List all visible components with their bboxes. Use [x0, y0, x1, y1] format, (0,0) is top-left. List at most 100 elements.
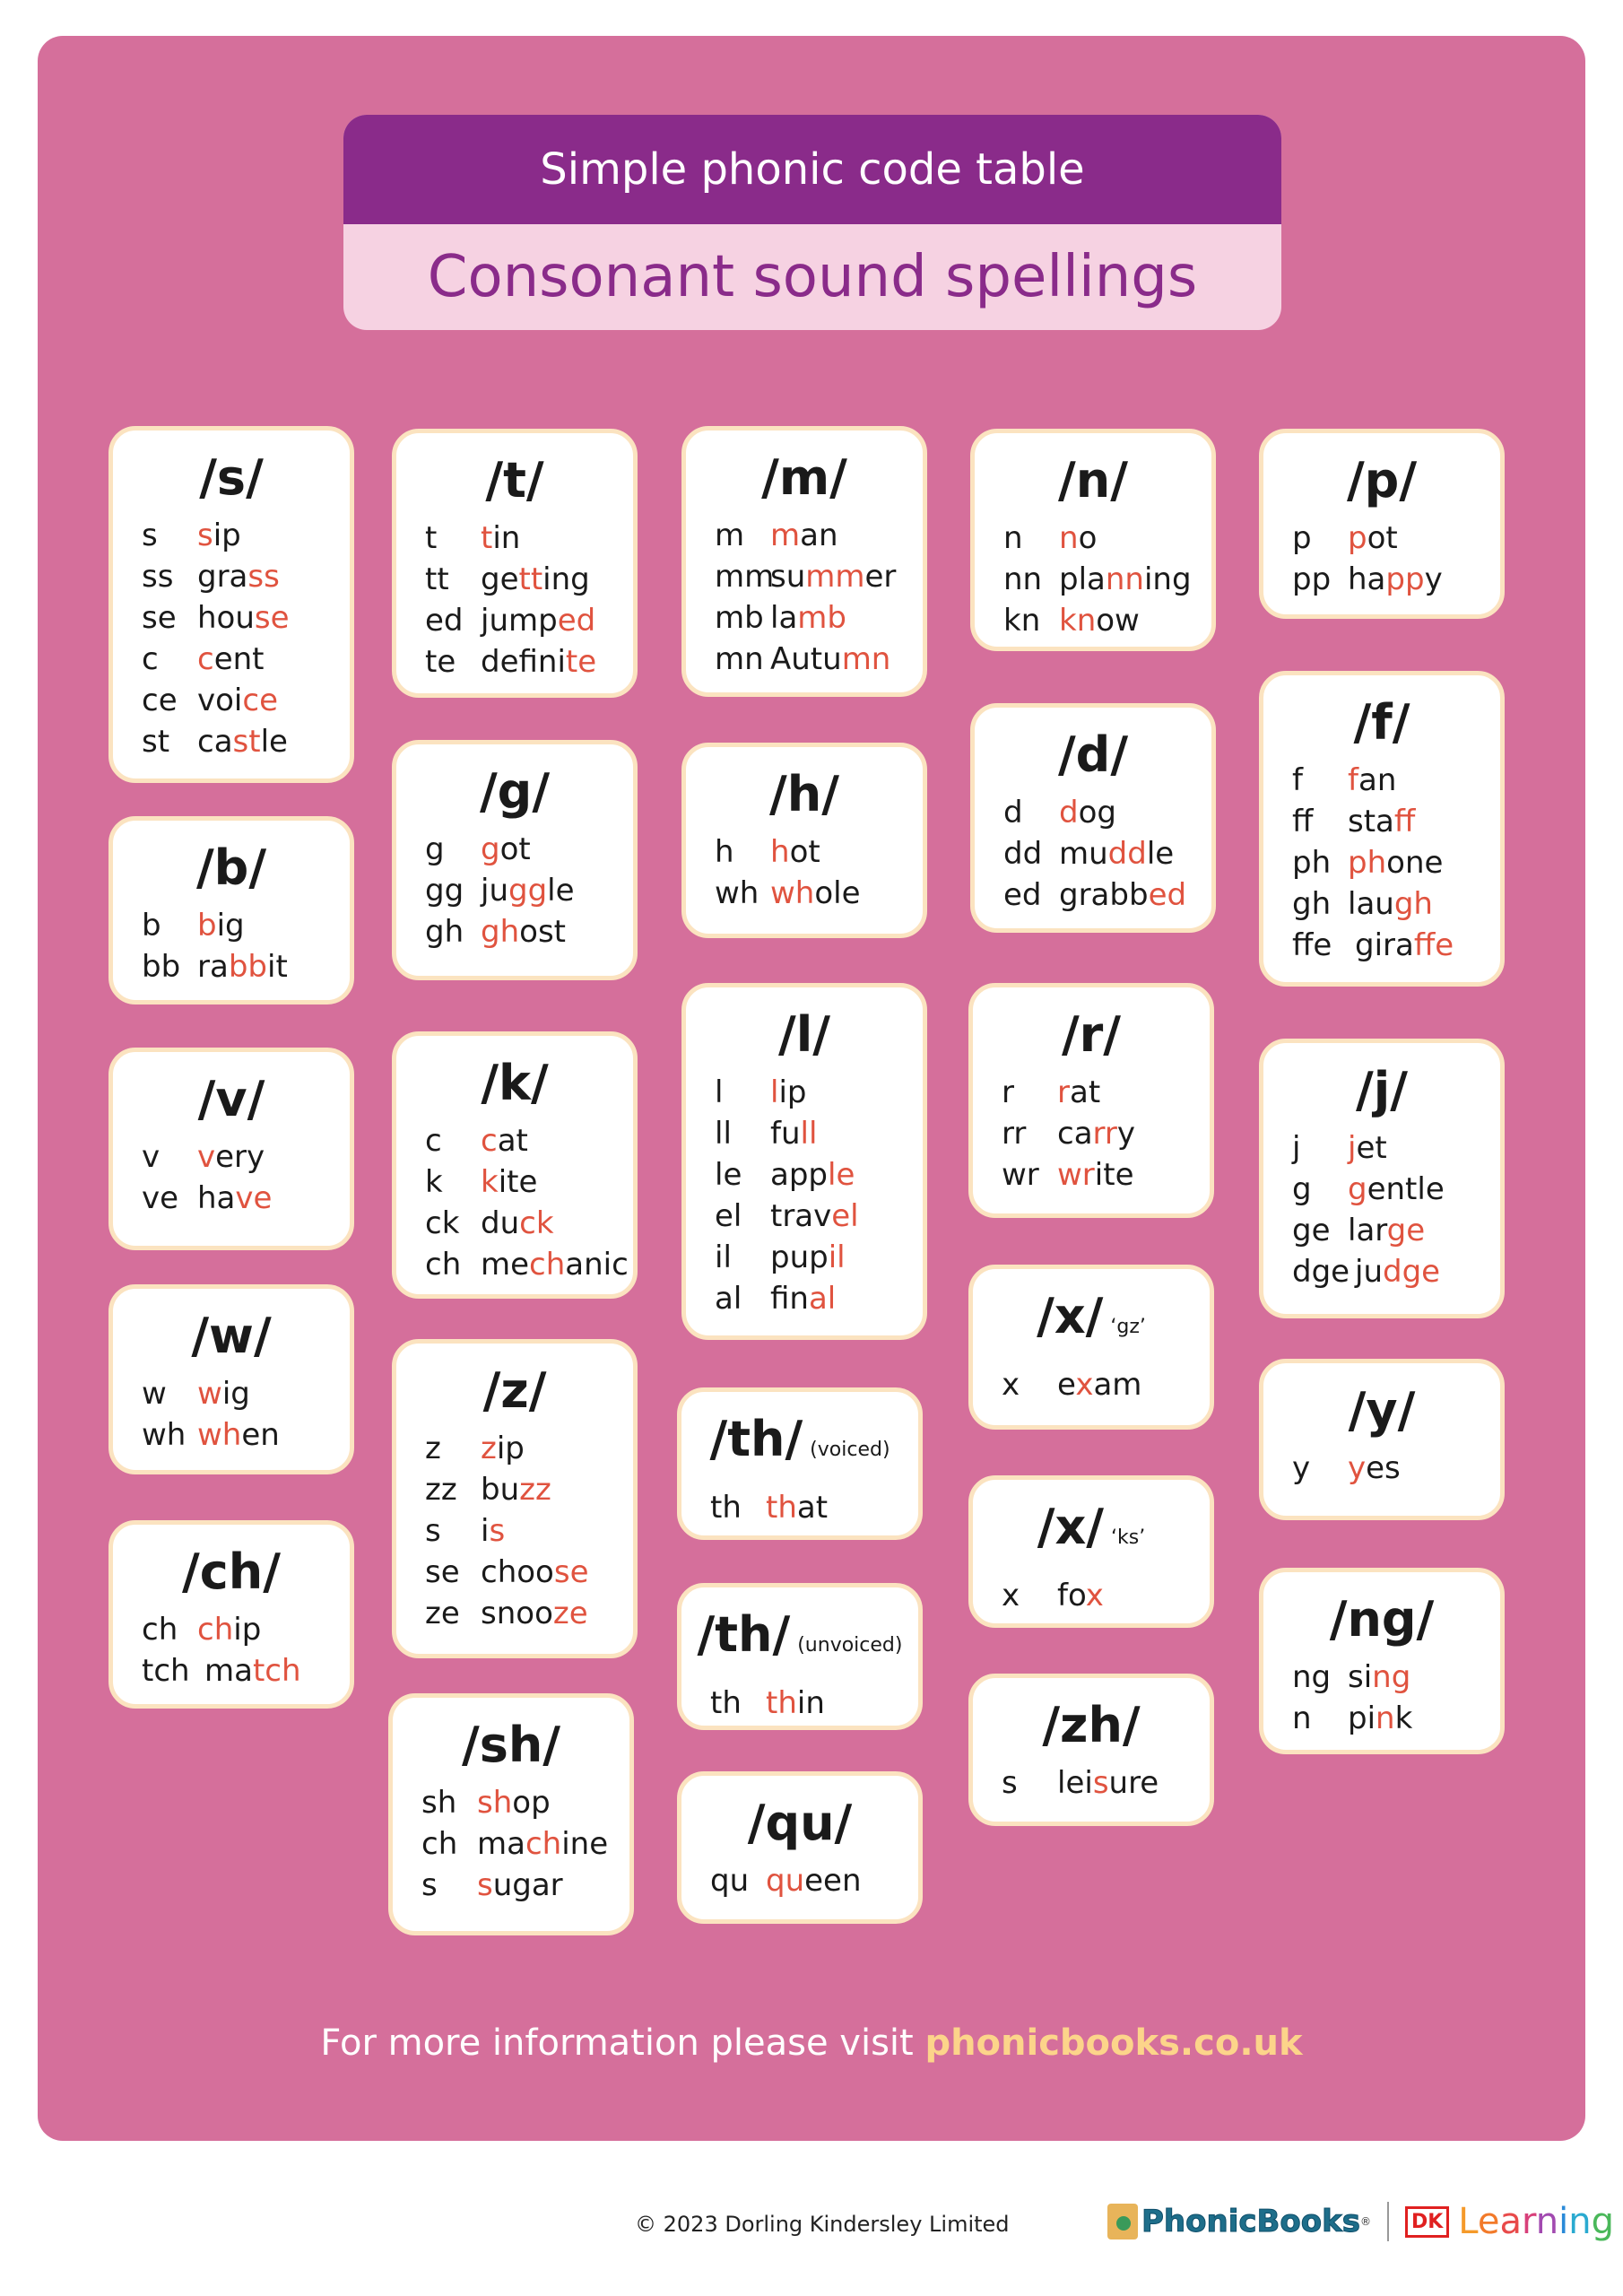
- spelling-list: m man mm summer mb lamb mn Autumn: [686, 515, 923, 680]
- word-plain: trav: [770, 1198, 832, 1234]
- sound-label: /d/: [975, 727, 1211, 783]
- spelling-row: w wig: [142, 1373, 350, 1414]
- spelling-row: l lip: [715, 1072, 923, 1113]
- grapheme: se: [425, 1554, 460, 1590]
- sound-label: /n/: [975, 453, 1211, 509]
- grapheme: x: [1002, 1367, 1020, 1403]
- grapheme: c: [142, 641, 159, 677]
- word-plain: ig: [221, 1376, 250, 1412]
- sound-card-h: /h/h hot wh whole: [681, 743, 927, 938]
- grapheme: n: [1003, 520, 1023, 556]
- grapheme: mn: [715, 641, 764, 677]
- learning-letter: n: [1568, 2201, 1592, 2242]
- grapheme: ffe: [1292, 927, 1332, 963]
- word-plain: Autu: [770, 641, 842, 677]
- word-highlight: g: [481, 831, 500, 867]
- spelling-row: se choose: [425, 1552, 633, 1593]
- grapheme: ch: [425, 1247, 462, 1283]
- word-plain: ery: [215, 1139, 265, 1175]
- spelling-row: v very: [142, 1136, 350, 1178]
- word-plain: anic: [565, 1247, 629, 1283]
- word-highlight: g: [1348, 1171, 1367, 1207]
- word-plain: ma: [477, 1826, 525, 1862]
- example-word: carry: [1057, 1113, 1135, 1154]
- word-plain: le: [1146, 836, 1175, 872]
- spelling-list: ch chip tch match: [113, 1609, 350, 1692]
- word-highlight: th: [766, 1685, 797, 1721]
- example-word: whole: [770, 873, 861, 914]
- spelling-row: s sip: [142, 515, 350, 556]
- spelling-row: gg juggle: [425, 870, 633, 911]
- grapheme: v: [142, 1139, 161, 1175]
- website-link[interactable]: phonicbooks.co.uk: [924, 2022, 1302, 2064]
- grapheme: se: [142, 600, 177, 636]
- spelling-list: x fox: [973, 1575, 1210, 1616]
- grapheme: c: [425, 1123, 442, 1159]
- word-plain: lei: [1057, 1765, 1093, 1801]
- grapheme: l: [715, 1074, 724, 1110]
- word-plain: du: [481, 1205, 520, 1241]
- example-word: large: [1348, 1210, 1425, 1251]
- word-plain: es: [1366, 1450, 1401, 1486]
- spelling-list: t tin tt getting ed jumped te definite: [396, 517, 633, 683]
- sound-card-zh: /zh/s leisure: [968, 1674, 1214, 1826]
- word-highlight: ch: [529, 1247, 566, 1283]
- grapheme: wh: [142, 1417, 187, 1453]
- word-plain: y: [1424, 561, 1443, 597]
- grapheme: mm: [715, 559, 775, 595]
- word-plain: an: [800, 517, 838, 553]
- word-plain: e: [1057, 1367, 1076, 1403]
- sound-note: (unvoiced): [797, 1634, 903, 1657]
- page-subtitle: Consonant sound spellings: [427, 244, 1198, 310]
- sound-card-m: /m/m man mm summer mb lamb mn Autumn: [681, 426, 927, 697]
- spelling-row: ff staff: [1292, 801, 1500, 842]
- word-highlight: gh: [481, 914, 520, 950]
- phoneme: /k/: [481, 1055, 549, 1111]
- learning-letter: L: [1458, 2201, 1478, 2242]
- grapheme: gg: [425, 873, 464, 909]
- sound-label: /x/ ‘gz’: [973, 1289, 1210, 1355]
- example-word: that: [766, 1487, 828, 1528]
- phoneme: /b/: [195, 839, 267, 896]
- word-highlight: te: [565, 644, 597, 680]
- grapheme: h: [715, 834, 734, 870]
- spelling-row: il pupil: [715, 1237, 923, 1278]
- sound-card-x-ks: /x/‘ks’ x fox: [968, 1475, 1214, 1628]
- spelling-row: bb rabbit: [142, 946, 350, 987]
- word-plain: le: [260, 724, 288, 760]
- sound-card-ng: /ng/ng sing n pink: [1259, 1568, 1505, 1754]
- phoneme: /ch/: [182, 1544, 281, 1600]
- grapheme: x: [1002, 1578, 1020, 1613]
- sound-card-z: /z/z zip zz buzz s is se choose ze snooze: [392, 1339, 638, 1658]
- word-plain: er: [864, 559, 897, 595]
- spelling-row: zz buzz: [425, 1469, 633, 1510]
- example-word: have: [197, 1178, 272, 1219]
- grapheme: sh: [421, 1785, 457, 1821]
- example-word: wig: [197, 1373, 250, 1414]
- word-highlight: h: [770, 834, 790, 870]
- grapheme: tt: [425, 561, 449, 597]
- spelling-row: ng sing: [1292, 1657, 1500, 1698]
- word-plain: lau: [1348, 886, 1394, 922]
- spelling-row: ze snooze: [425, 1593, 633, 1634]
- word-plain: ha: [1348, 561, 1386, 597]
- spelling-list: s leisure: [973, 1762, 1210, 1804]
- grapheme: d: [1003, 795, 1023, 831]
- word-highlight: p: [1348, 520, 1367, 556]
- word-highlight: s: [489, 1513, 506, 1549]
- word-highlight: nn: [1105, 561, 1144, 597]
- word-plain: ing: [1143, 561, 1192, 597]
- grapheme: z: [425, 1431, 441, 1466]
- word-highlight: ff: [1393, 804, 1416, 839]
- example-word: kite: [481, 1161, 537, 1203]
- spelling-list: v very ve have: [113, 1136, 350, 1219]
- word-highlight: ch: [525, 1826, 562, 1862]
- sound-card-n: /n/n no nn planning kn know: [970, 429, 1216, 651]
- word-plain: at: [1069, 1074, 1101, 1110]
- example-word: pink: [1348, 1698, 1412, 1739]
- sound-label: /j/: [1263, 1063, 1500, 1118]
- phoneme: /x/: [1037, 1288, 1104, 1344]
- sound-card-f: /f/f fan ff staff ph phone gh laugh ffe giraffe: [1259, 671, 1505, 987]
- grapheme: m: [715, 517, 745, 553]
- sound-note: ‘ks’: [1111, 1526, 1146, 1549]
